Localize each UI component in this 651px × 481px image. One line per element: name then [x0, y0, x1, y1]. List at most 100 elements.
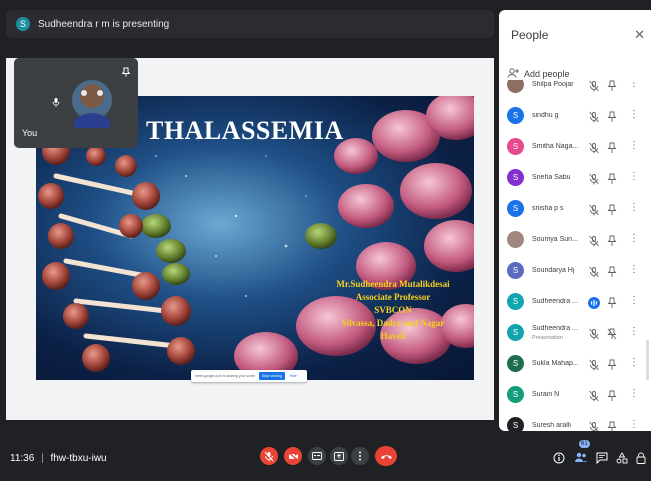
more-vert-icon[interactable]: ⋮	[629, 80, 639, 89]
close-icon[interactable]: ✕	[634, 27, 645, 43]
participant-avatar: S	[507, 200, 524, 217]
info-icon	[553, 452, 565, 464]
stop-sharing-button[interactable]: Stop sharing	[259, 372, 285, 380]
microphone-toggle-button[interactable]	[260, 447, 278, 465]
more-vert-icon	[359, 451, 361, 461]
screen-share-notice: meet.google.com is sharing your screen. …	[191, 370, 307, 382]
pin-icon[interactable]	[607, 234, 617, 246]
participant-row[interactable]: Ssindhu g ⋮	[499, 103, 651, 129]
add-people-label: Add people	[524, 69, 570, 79]
participant-avatar	[507, 80, 524, 93]
speaking-indicator-icon	[588, 296, 600, 309]
participant-name: Sudheendra ...	[532, 298, 578, 305]
mic-off-icon[interactable]	[588, 265, 600, 278]
mic-off-icon[interactable]	[588, 389, 600, 402]
presenting-banner: S Sudheendra r m is presenting	[6, 10, 494, 38]
participant-count-badge: 61	[579, 440, 590, 448]
meeting-code: fhw-tbxu-iwu	[50, 453, 107, 464]
mic-off-icon[interactable]	[588, 141, 600, 154]
participant-row[interactable]: S Sneha Sabu ⋮	[499, 165, 651, 191]
share-notice-text: meet.google.com is sharing your screen.	[195, 374, 255, 378]
pin-icon[interactable]	[607, 265, 617, 277]
author-location-1: Silvassa, Dadra and Nagar	[341, 318, 445, 328]
chat-button[interactable]	[596, 451, 608, 469]
pin-icon[interactable]	[607, 358, 617, 370]
more-vert-icon[interactable]: ⋮	[629, 233, 639, 244]
mic-off-icon[interactable]	[588, 110, 600, 123]
pin-icon[interactable]	[607, 389, 617, 401]
participant-row[interactable]: S Suresh aralli ⋮	[499, 413, 651, 431]
people-panel: People ✕ Add people Shilpa Poojar ⋮ Ssindh…	[499, 10, 651, 431]
participant-subtitle: Presentation	[532, 335, 563, 341]
hide-notice-button[interactable]: Hide	[290, 374, 297, 378]
more-vert-icon[interactable]: ⋮	[629, 419, 639, 430]
mic-off-icon[interactable]	[588, 420, 600, 431]
people-button[interactable]	[574, 450, 588, 468]
participant-row[interactable]: Soumya Sun... ⋮	[499, 227, 651, 253]
presenter-avatar: S	[16, 17, 30, 31]
unpin-icon[interactable]	[607, 327, 617, 340]
activities-button[interactable]	[616, 451, 628, 469]
present-now-button[interactable]	[330, 447, 348, 465]
meeting-details-button[interactable]	[553, 451, 565, 469]
participant-row[interactable]: S Smitha Naga... ⋮	[499, 134, 651, 160]
mic-off-icon[interactable]	[588, 327, 600, 340]
participant-row[interactable]: S Sudheendra ... Presentation ⋮	[499, 320, 651, 346]
more-options-button[interactable]	[351, 447, 369, 465]
more-vert-icon[interactable]: ⋮	[629, 171, 639, 182]
author-location-2: Haveli	[380, 331, 406, 341]
participant-avatar: S	[507, 324, 524, 341]
participant-name: Smitha Naga...	[532, 143, 579, 150]
camera-toggle-button[interactable]	[284, 447, 302, 465]
host-controls-button[interactable]	[636, 451, 646, 469]
more-vert-icon[interactable]: ⋮	[629, 109, 639, 120]
pin-icon[interactable]	[607, 141, 617, 153]
more-vert-icon[interactable]: ⋮	[629, 295, 639, 306]
pin-icon[interactable]	[607, 110, 617, 122]
more-vert-icon[interactable]: ⋮	[629, 326, 639, 337]
self-video-tile[interactable]: You	[14, 58, 138, 148]
participant-avatar: S	[507, 293, 524, 310]
present-icon	[334, 451, 344, 461]
author-institution: SVBCON	[374, 305, 412, 315]
participant-row[interactable]: S Sudheendra ... ⋮	[499, 289, 651, 315]
mic-off-icon[interactable]	[588, 203, 600, 216]
participant-avatar: S	[507, 107, 524, 124]
mic-off-icon[interactable]	[588, 234, 600, 247]
participant-name: Sneha Sabu	[532, 174, 571, 181]
mic-off-icon[interactable]	[588, 80, 600, 92]
mic-off-icon[interactable]	[588, 358, 600, 371]
participants-scrollbar[interactable]	[646, 340, 649, 380]
participant-name: Shilpa Poojar	[532, 81, 574, 88]
captions-button[interactable]	[308, 447, 326, 465]
captions-icon	[312, 452, 322, 460]
pin-icon[interactable]	[607, 296, 617, 308]
more-vert-icon[interactable]: ⋮	[629, 202, 639, 213]
more-vert-icon[interactable]: ⋮	[629, 140, 639, 151]
participant-avatar: S	[507, 386, 524, 403]
clock-time: 11:36	[10, 453, 35, 464]
pin-icon[interactable]	[607, 172, 617, 184]
pin-icon[interactable]	[607, 203, 617, 215]
participant-name: Soumya Sun...	[532, 236, 578, 243]
presenting-text: Sudheendra r m is presenting	[38, 18, 170, 30]
participant-avatar: S	[507, 262, 524, 279]
pin-icon[interactable]	[121, 64, 131, 82]
author-title: Associate Professor	[355, 292, 431, 302]
pin-icon[interactable]	[607, 80, 617, 91]
meeting-controls-bar: 11:36 | fhw-tbxu-iwu 61	[0, 436, 651, 481]
mic-off-icon[interactable]	[588, 172, 600, 185]
participant-row[interactable]: Ssnisha p s ⋮	[499, 196, 651, 222]
pin-icon[interactable]	[607, 420, 617, 431]
participant-row[interactable]: S Surain N ⋮	[499, 382, 651, 408]
more-vert-icon[interactable]: ⋮	[629, 388, 639, 399]
participant-avatar: S	[507, 355, 524, 372]
participant-avatar: S	[507, 169, 524, 186]
participant-row[interactable]: S Sukla Mahap... ⋮	[499, 351, 651, 377]
add-people-button[interactable]: Add people	[507, 68, 570, 80]
participant-row[interactable]: Shilpa Poojar ⋮	[499, 80, 651, 98]
participant-row[interactable]: S Soundarya Hj ⋮	[499, 258, 651, 284]
more-vert-icon[interactable]: ⋮	[629, 357, 639, 368]
more-vert-icon[interactable]: ⋮	[629, 264, 639, 275]
leave-call-button[interactable]	[375, 446, 397, 466]
